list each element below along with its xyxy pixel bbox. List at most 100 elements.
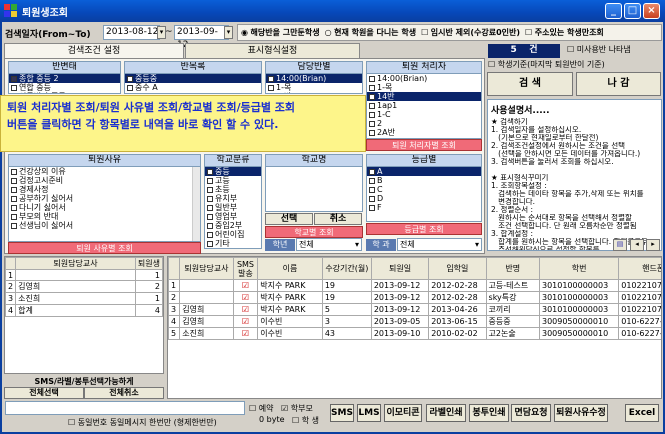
sms-check[interactable]: ☑ — [232, 327, 259, 340]
search-button[interactable]: 검 색 — [487, 72, 573, 96]
table-row[interactable]: 4 김영희 ☑ 이수빈 3 2013-09-05 2013-06-15 중등중 30090500… — [168, 315, 661, 328]
check-student-basis[interactable]: ☐ 학생기준(마지막 퇴원반이 기준) — [488, 59, 605, 70]
checkbox[interactable] — [207, 240, 213, 247]
list-item[interactable]: 고3 — [125, 92, 261, 95]
sms-check[interactable]: ☑ — [232, 315, 259, 328]
checkbox[interactable] — [207, 177, 213, 184]
table-row[interactable]: 11 — [5, 269, 163, 281]
to-date-dropdown[interactable]: ▾ — [224, 26, 233, 39]
checkbox[interactable] — [127, 84, 133, 91]
checkbox[interactable] — [11, 204, 17, 211]
table-row[interactable]: 3 김영희 ☑ 박지수 PARK 5 2013-09-12 2013-04-26 코끼리 301… — [168, 303, 661, 316]
checkbox[interactable] — [127, 75, 133, 82]
sms-check[interactable]: ☑ — [232, 291, 259, 304]
checkbox[interactable] — [369, 186, 375, 193]
list-item[interactable]: 선생님이 싫어서 — [9, 221, 200, 230]
list-item[interactable]: 고등 — [205, 176, 261, 185]
checkbox[interactable] — [207, 204, 213, 211]
scroll-left-icon[interactable]: ◂ — [630, 239, 644, 251]
list-item[interactable]: 1-목 — [266, 83, 362, 92]
label-print-button[interactable]: 라벨인쇄 — [426, 404, 466, 422]
checkbox[interactable] — [11, 222, 17, 229]
list-item[interactable]: 유치부 — [205, 194, 261, 203]
list-item[interactable]: D — [367, 194, 481, 203]
list-item[interactable]: 중수 A — [125, 83, 261, 92]
lms-button[interactable]: LMS — [357, 404, 381, 422]
checkbox[interactable] — [127, 94, 133, 95]
list-item[interactable]: 외국법자 중등 0 — [9, 92, 120, 93]
list-item[interactable]: B — [367, 176, 481, 185]
list-item[interactable]: 어린이집 — [205, 230, 261, 239]
message-input[interactable] — [5, 401, 245, 415]
sms-check[interactable]: ☑ — [232, 303, 259, 316]
list-item[interactable]: 중입2부 — [205, 221, 261, 230]
list-item[interactable]: 2 — [367, 119, 481, 128]
radio-current-students[interactable]: ○ 현재 학원을 다니는 학생 — [325, 27, 417, 38]
rank-list[interactable]: 등급별 ABCDF — [366, 154, 482, 222]
tab-display-format[interactable]: 표시형식설정 — [185, 43, 360, 59]
list-item[interactable]: 경제사정 — [9, 185, 200, 194]
column-header[interactable]: 입학일 — [428, 257, 487, 280]
list-item[interactable]: F — [367, 203, 481, 212]
column-header[interactable]: 퇴원담당교사 — [179, 257, 234, 280]
checkbox[interactable] — [369, 111, 375, 118]
school-cancel-button[interactable]: 취소 — [314, 213, 362, 225]
checkbox[interactable] — [369, 75, 375, 82]
checkbox[interactable] — [11, 195, 17, 202]
list-item[interactable]: A — [367, 167, 481, 176]
checkbox[interactable] — [268, 75, 274, 82]
school-name-list[interactable]: 학교명 — [265, 154, 363, 212]
list-item[interactable]: 14반 — [367, 92, 481, 101]
column-header[interactable]: 핸드폰 — [618, 257, 661, 280]
checkbox[interactable] — [369, 84, 375, 91]
list-item[interactable]: 중등 — [205, 167, 261, 176]
checkbox[interactable] — [369, 168, 375, 175]
checkbox[interactable] — [369, 120, 375, 127]
list-item[interactable]: 1-C — [367, 110, 481, 119]
maximize-button[interactable]: □ — [624, 3, 641, 19]
emoticon-button[interactable]: 이모티콘 — [384, 404, 422, 422]
class-name-list[interactable]: 반목록 중등중중수 A고3 — [124, 61, 262, 94]
list-item[interactable]: 2A반 — [367, 128, 481, 137]
list-item[interactable]: 1ap1 — [367, 101, 481, 110]
checkbox[interactable] — [207, 186, 213, 193]
checkbox[interactable] — [11, 75, 17, 82]
list-item[interactable]: 일반부 — [205, 203, 261, 212]
excel-button[interactable]: Excel — [625, 404, 659, 422]
column-header[interactable]: 반명 — [485, 257, 540, 280]
handler-list[interactable]: 퇴원 처리자 14:00(Brian) 1-목 14반 1ap1 1-C 2 2A반 — [366, 61, 482, 139]
school-select-button[interactable]: 선택 — [265, 213, 313, 225]
checkbox[interactable] — [11, 213, 17, 220]
close-button[interactable]: × — [643, 3, 660, 19]
list-item[interactable]: 건강상의 이유 — [9, 167, 200, 176]
check-address-only[interactable]: ☐ 주소있는 학생만조회 — [525, 27, 604, 38]
from-date-field[interactable]: 2013-08-12 — [103, 25, 160, 40]
teacher-summary-grid[interactable]: 퇴원담당교사 퇴원생 1 1 2 김영희 2 3 소진희 1 4 합계 4 — [4, 256, 164, 374]
checkbox[interactable] — [207, 231, 213, 238]
minimize-button[interactable]: _ — [605, 3, 622, 19]
checkbox[interactable] — [11, 84, 17, 91]
check-same-number[interactable]: ☐ 동일번호 동일메시지 한번만 (형제한번만) — [68, 417, 217, 428]
checkbox[interactable] — [369, 129, 375, 136]
exit-button[interactable]: 나 감 — [576, 72, 661, 96]
table-row[interactable]: 1 ☑ 박지수 PARK 19 2013-09-12 2012-02-28 고등-테스트 30… — [168, 279, 661, 292]
list-item[interactable]: 중등중 — [125, 74, 261, 83]
school-search-button[interactable]: 학교별 조회 — [265, 226, 363, 238]
sms-button[interactable]: SMS — [330, 404, 354, 422]
table-row[interactable]: 5 소진희 ☑ 이수빈 43 2013-09-10 2010-02-02 고2논술 300905… — [168, 327, 661, 340]
checkbox[interactable] — [268, 84, 274, 91]
checkbox[interactable] — [369, 177, 375, 184]
list-item[interactable]: 검정고시준비 — [9, 176, 200, 185]
scroll-right-icon[interactable]: ▸ — [646, 239, 660, 251]
check-show-unused[interactable]: ☐ 미사용반 나타냄 — [567, 44, 631, 55]
check-parent[interactable]: ☑ 학부모 — [281, 403, 313, 414]
list-item[interactable]: 종합 중등 2 — [9, 74, 120, 83]
checkbox[interactable] — [11, 177, 17, 184]
withdrawn-students-grid[interactable]: 퇴원담당교사 SMS 발송 이름 수강기간(월) 퇴원일 입학일 반명 학번 핸드폰 1 ☑ 박지수… — [167, 256, 662, 399]
list-item[interactable]: 14:00(Brian) — [266, 74, 362, 83]
checkbox[interactable] — [268, 94, 274, 95]
sms-check[interactable]: ☑ — [232, 279, 259, 292]
checkbox[interactable] — [369, 204, 375, 211]
table-row[interactable]: 2 김영희 2 — [5, 280, 163, 293]
list-item[interactable]: C — [367, 185, 481, 194]
